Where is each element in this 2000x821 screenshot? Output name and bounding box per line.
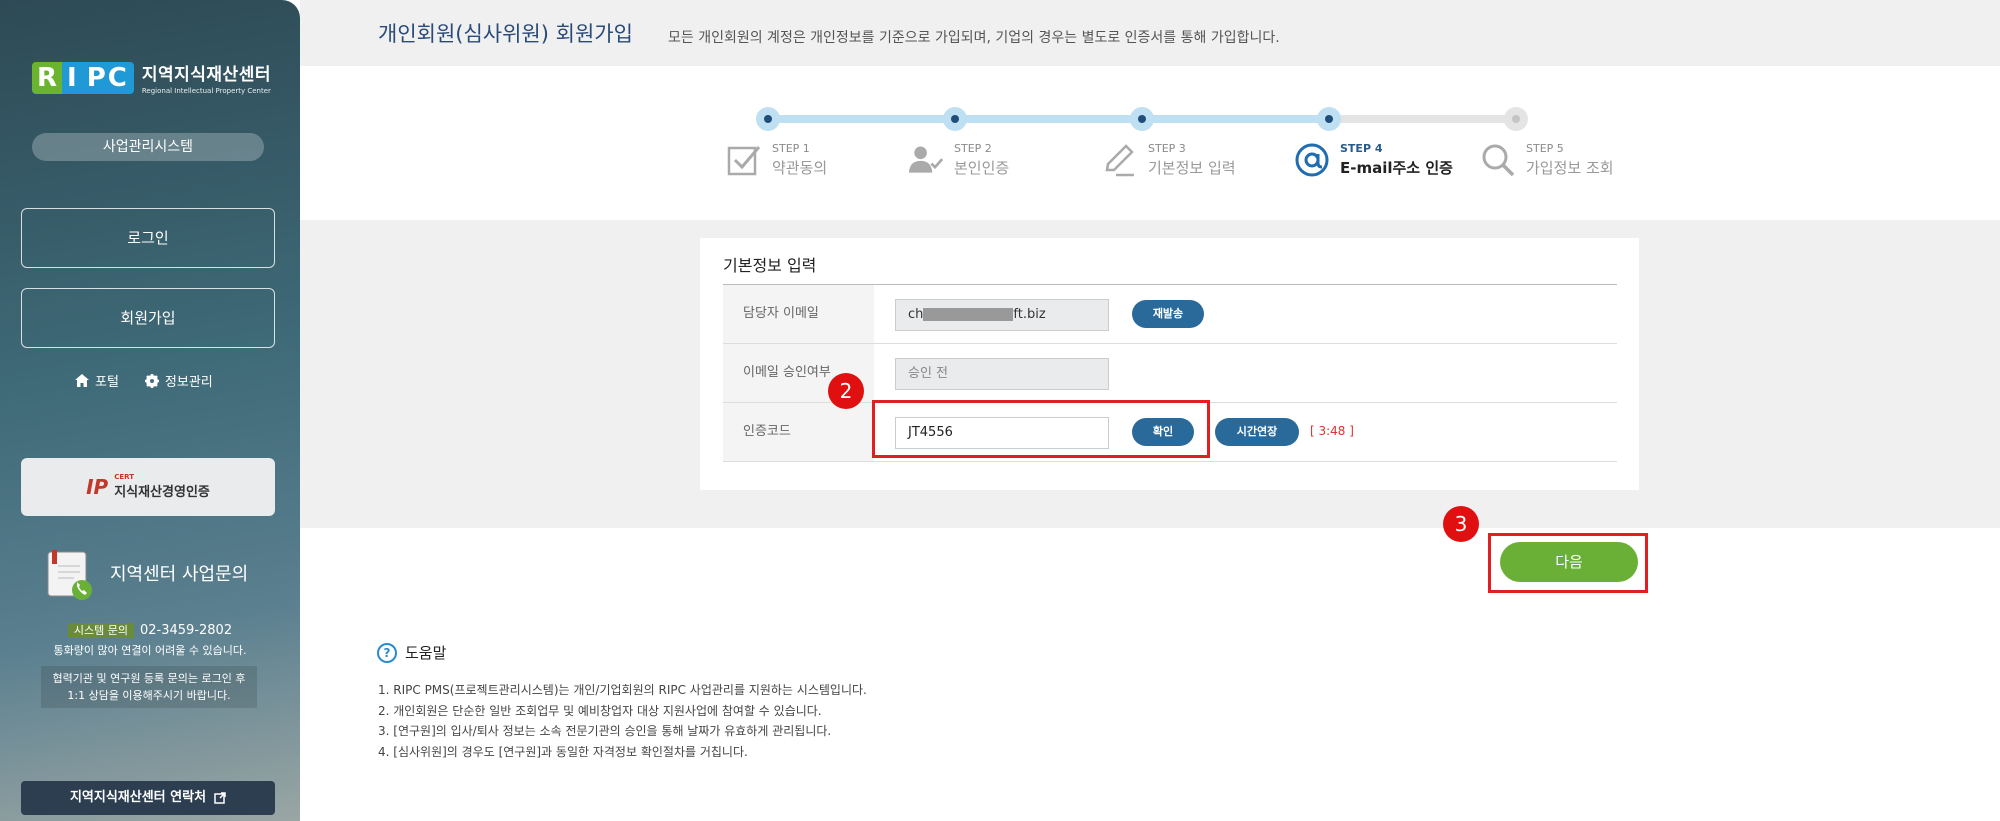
- system-label: 사업관리시스템: [32, 133, 264, 161]
- help-section-title: ? 도움말: [377, 642, 446, 663]
- user-check-icon: [908, 146, 944, 173]
- home-icon: [75, 374, 89, 387]
- step-4: STEP 4 E-mail주소 인증: [1294, 142, 1453, 178]
- portal-label: 포털: [95, 375, 119, 390]
- page-title: 개인회원(심사위원) 회원가입: [378, 22, 633, 46]
- page-description: 모든 개인회원의 계정은 개인정보를 기준으로 가입되며, 기업의 경우는 별도…: [668, 30, 1280, 46]
- code-label: 인증코드: [723, 403, 874, 461]
- highlight-box-code: [872, 400, 1210, 458]
- redacted-mask: [923, 308, 1014, 321]
- help-item: 4. [심사위원]의 경우도 [연구원]과 동일한 자격정보 확인절차를 거칩니…: [378, 744, 748, 759]
- registration-note: 협력기관 및 연구원 등록 문의는 로그인 후 1:1 상담을 이용해주시기 바…: [41, 666, 257, 708]
- logo-english-text: Regional Intellectual Property Center: [141, 87, 271, 95]
- progress-track-done: [768, 115, 1330, 123]
- next-button[interactable]: 다음: [1500, 542, 1638, 582]
- annotation-badge-2: 2: [828, 373, 864, 409]
- phone-note: 통화량이 많아 연결이 어려울 수 있습니다.: [53, 644, 247, 657]
- help-item: 3. [연구원]의 입사/퇴사 정보는 소속 전문기관의 승인을 통해 날짜가 …: [378, 724, 832, 738]
- cert-logo-icon: IP: [86, 475, 109, 499]
- cert-label: CERT 지식재산경영인증: [114, 473, 210, 501]
- ripc-logo-mark: R I PC: [32, 61, 134, 94]
- help-item: 1. RIPC PMS(프로젝트관리시스템)는 개인/기업회원의 RIPC 사업…: [378, 683, 867, 697]
- annotation-badge-3: 3: [1443, 506, 1479, 542]
- sidebar: R I PC 지역지식재산센터 Regional Intellectual Prop…: [0, 0, 300, 821]
- step-3: STEP 3 기본정보 입력: [1102, 142, 1236, 178]
- countdown-timer: [ 3:48 ]: [1310, 424, 1354, 438]
- approval-status-field: 승인 전: [895, 358, 1109, 390]
- contact-label: 지역지식재산센터 연락처: [69, 790, 207, 805]
- ripc-logo[interactable]: R I PC 지역지식재산센터 Regional Intellectual Prop…: [32, 60, 271, 95]
- signup-button[interactable]: 회원가입: [21, 288, 275, 348]
- help-item: 2. 개인회원은 단순한 일반 조회업무 및 예비창업자 대상 지원사업에 참여…: [378, 703, 822, 718]
- info-manage-link[interactable]: 정보관리: [144, 371, 213, 390]
- phone-tag: 시스템 문의: [67, 623, 134, 638]
- extend-time-button[interactable]: 시간연장: [1215, 418, 1299, 446]
- step-4-dot: [1317, 107, 1341, 131]
- gear-icon: [144, 373, 159, 388]
- logo-korean-text: 지역지식재산센터: [141, 65, 271, 85]
- step-1: STEP 1 약관동의: [726, 142, 827, 178]
- pencil-icon: [1105, 144, 1134, 177]
- step-5-dot: [1504, 107, 1528, 131]
- cert-banner[interactable]: IP CERT 지식재산경영인증: [21, 458, 275, 516]
- resend-button[interactable]: 재발송: [1132, 300, 1204, 328]
- phone-number: 02-3459-2802: [140, 623, 233, 638]
- form-title: 기본정보 입력: [723, 256, 817, 275]
- help-list: 1. RIPC PMS(프로젝트관리시스템)는 개인/기업회원의 RIPC 사업…: [378, 680, 867, 762]
- step-2: STEP 2 본인인증: [908, 142, 1009, 178]
- step-3-dot: [1130, 107, 1154, 131]
- email-field[interactable]: ch ft.biz: [895, 299, 1109, 331]
- help-icon: ?: [377, 642, 397, 663]
- search-icon: [1482, 144, 1515, 177]
- inquiry-title: 지역센터 사업문의: [110, 564, 249, 585]
- login-button[interactable]: 로그인: [21, 208, 275, 268]
- step-5: STEP 5 가입정보 조회: [1480, 142, 1614, 178]
- info-manage-label: 정보관리: [164, 375, 213, 390]
- portal-link[interactable]: 포털: [75, 371, 119, 390]
- email-label: 담당자 이메일: [723, 285, 874, 343]
- at-sign-icon: [1295, 143, 1329, 177]
- step-progress: STEP 1 약관동의 STEP 2 본인인증 STEP 3 기본정보 입력 STEP…: [700, 90, 1640, 200]
- email-row: 담당자 이메일 ch ft.biz 재발송: [723, 285, 1617, 344]
- system-phone: 시스템 문의 02-3459-2802: [0, 622, 300, 638]
- external-link-icon: [214, 792, 226, 804]
- step-2-dot: [943, 107, 967, 131]
- checkbox-icon: [727, 146, 761, 176]
- phone-book-icon: [44, 548, 98, 600]
- progress-track-remaining: [1330, 115, 1518, 123]
- step-1-dot: [756, 107, 780, 131]
- contact-button[interactable]: 지역지식재산센터 연락처: [21, 781, 275, 815]
